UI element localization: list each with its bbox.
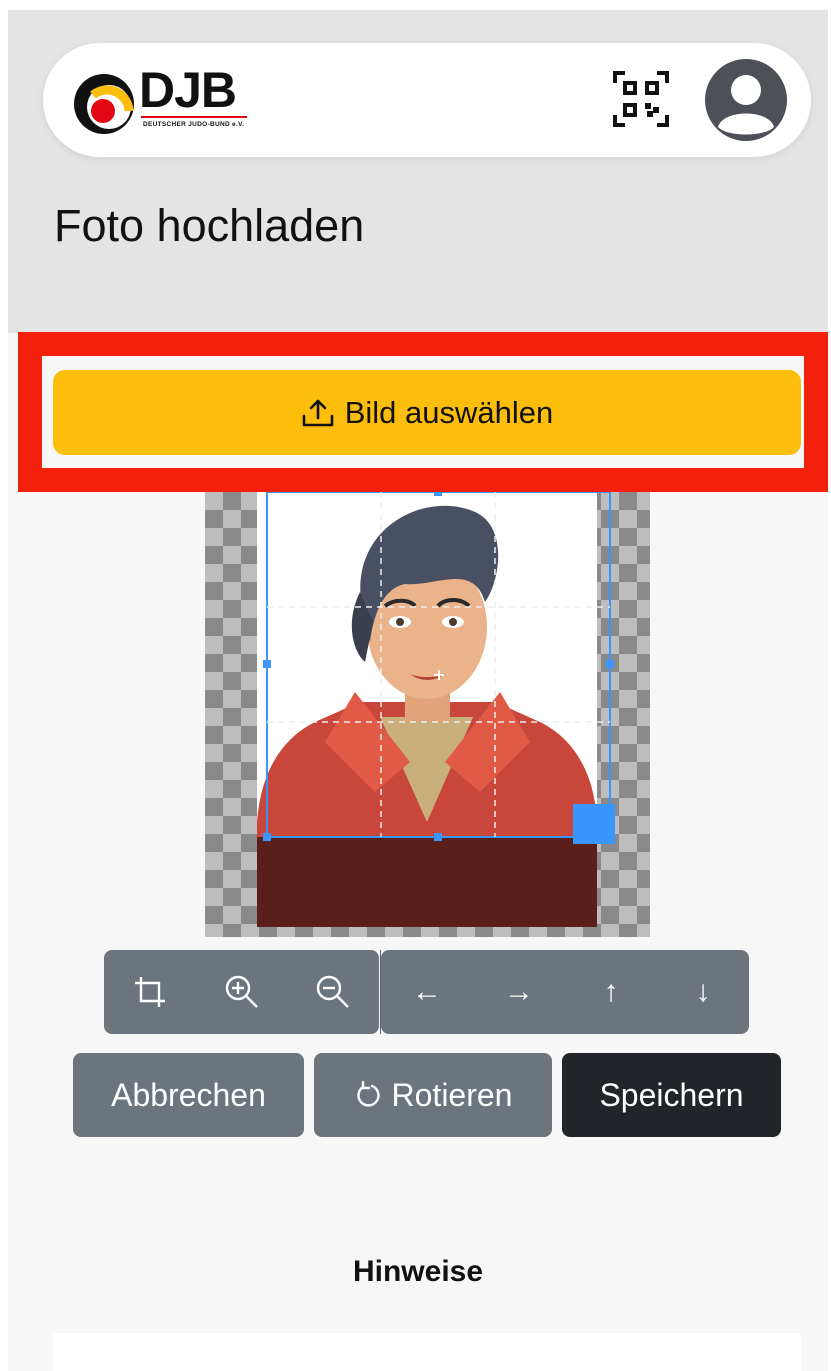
rotate-label: Rotieren bbox=[391, 1076, 513, 1113]
crop-zoom-toolbar bbox=[104, 950, 379, 1034]
cancel-label: Abbrechen bbox=[111, 1076, 266, 1113]
rotate-icon bbox=[356, 1081, 380, 1107]
djb-logo[interactable]: DJB DEUTSCHER JUDO-BUND e.V. bbox=[69, 62, 259, 139]
zoom-in-icon[interactable] bbox=[196, 950, 288, 1034]
logo-subtext: DEUTSCHER JUDO-BUND e.V. bbox=[143, 121, 245, 128]
page-title: Foto hochladen bbox=[54, 200, 365, 251]
save-button[interactable]: Speichern bbox=[562, 1053, 781, 1137]
arrow-down-icon[interactable]: ↓ bbox=[657, 950, 749, 1034]
logo-text: DJB bbox=[139, 62, 237, 118]
rotate-button[interactable]: Rotieren bbox=[314, 1053, 552, 1137]
qr-code-icon[interactable] bbox=[611, 69, 671, 129]
arrow-right-icon[interactable]: → bbox=[473, 950, 565, 1034]
app-header: DJB DEUTSCHER JUDO-BUND e.V. bbox=[43, 43, 811, 157]
arrow-up-icon[interactable]: ↑ bbox=[565, 950, 657, 1034]
save-label: Speichern bbox=[599, 1076, 744, 1113]
djb-logo-mark bbox=[74, 74, 134, 134]
zoom-out-icon[interactable] bbox=[287, 950, 379, 1034]
notes-card bbox=[53, 1333, 801, 1371]
user-avatar-icon[interactable] bbox=[705, 59, 787, 141]
notes-heading: Hinweise bbox=[352, 1255, 484, 1288]
logo-underline bbox=[141, 116, 247, 118]
upload-icon bbox=[302, 399, 334, 426]
select-image-button[interactable]: Bild auswählen bbox=[53, 370, 801, 455]
select-image-label: Bild auswählen bbox=[344, 394, 554, 430]
arrow-left-icon[interactable]: ← bbox=[381, 950, 473, 1034]
portrait-image bbox=[257, 492, 615, 927]
cancel-button[interactable]: Abbrechen bbox=[73, 1053, 304, 1137]
crop-canvas[interactable] bbox=[205, 492, 650, 937]
page: DJB DEUTSCHER JUDO-BUND e.V. Foto hochla… bbox=[8, 10, 828, 1371]
crop-icon[interactable] bbox=[104, 950, 196, 1034]
move-toolbar: ← → ↑ ↓ bbox=[381, 950, 749, 1034]
